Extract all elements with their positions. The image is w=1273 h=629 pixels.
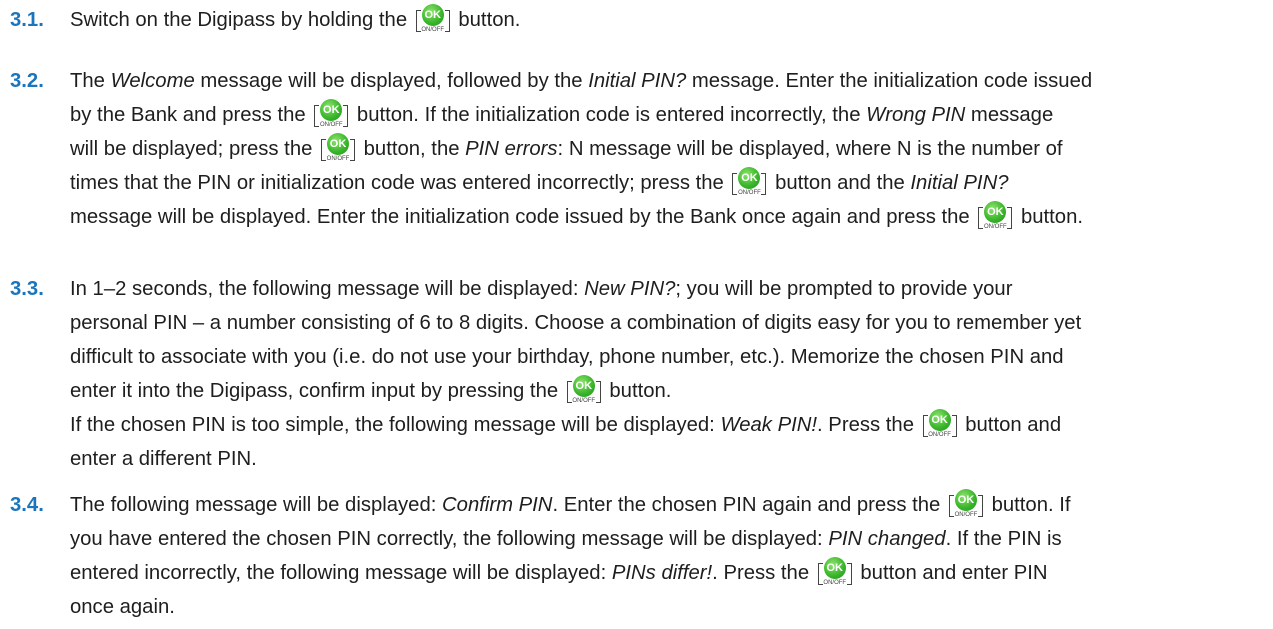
on-off-label: ON/OFF xyxy=(928,432,951,438)
text-line: times that the PIN or initialization cod… xyxy=(70,166,1009,200)
ok-on-off-button-icon: OK ON/OFF xyxy=(730,167,768,197)
message-name: Initial PIN? xyxy=(588,70,687,92)
text-segment: enter it into the Digipass, confirm inpu… xyxy=(70,380,564,402)
text-line: will be displayed; press the OK ON/OFF bu… xyxy=(70,132,1063,166)
text-segment: button. xyxy=(603,380,672,402)
ok-label: OK xyxy=(928,409,951,431)
ok-label: OK xyxy=(954,489,977,511)
ok-on-off-button-icon: OK ON/OFF xyxy=(816,557,854,587)
ok-label: OK xyxy=(572,375,595,397)
ok-label: OK xyxy=(421,4,444,26)
text-segment: button. If xyxy=(985,494,1071,516)
text-line: If the chosen PIN is too simple, the fol… xyxy=(70,408,1061,442)
text-segment: button and the xyxy=(769,172,911,194)
text-segment: In 1–2 seconds, the following message wi… xyxy=(70,278,585,300)
ok-on-off-button-icon: OK ON/OFF xyxy=(976,201,1014,231)
text-segment: : N message will be displayed, where N i… xyxy=(557,138,1063,160)
text-segment: If the chosen PIN is too simple, the fol… xyxy=(70,414,721,436)
step-number: 3.1. xyxy=(10,9,44,31)
text-segment: by the Bank and press the xyxy=(70,104,312,126)
text-line: you have entered the chosen PIN correctl… xyxy=(70,522,1062,556)
text-segment: button, the xyxy=(358,138,466,160)
text-segment: button. xyxy=(1015,206,1083,228)
text-segment: . If the PIN is xyxy=(945,528,1062,550)
text-line: The Welcome message will be displayed, f… xyxy=(70,64,1092,98)
ok-on-off-button-icon: OK ON/OFF xyxy=(921,409,959,439)
text-segment: The following message will be displayed: xyxy=(70,494,443,516)
text-segment: message xyxy=(965,104,1054,126)
on-off-label: ON/OFF xyxy=(983,224,1007,230)
message-name: Initial PIN? xyxy=(910,172,1009,194)
ok-label: OK xyxy=(327,133,350,155)
on-off-label: ON/OFF xyxy=(572,398,596,404)
text-segment: button and enter PIN xyxy=(854,562,1048,584)
text-segment: will be displayed; press the xyxy=(70,138,319,160)
on-off-label: ON/OFF xyxy=(823,580,847,586)
ok-on-off-button-icon: OK ON/OFF xyxy=(319,133,357,163)
text-segment: Switch on the Digipass by holding the xyxy=(70,9,413,31)
message-name: PINs differ! xyxy=(611,562,713,584)
step-number: 3.4. xyxy=(10,494,44,516)
message-name: PIN changed xyxy=(828,528,946,550)
text-line: enter a different PIN. xyxy=(70,442,257,476)
text-segment: personal PIN – a number consisting of 6 … xyxy=(70,312,1082,334)
text-segment: once again. xyxy=(70,596,175,618)
on-off-label: ON/OFF xyxy=(738,190,761,196)
on-off-label: ON/OFF xyxy=(326,156,350,162)
ok-label: OK xyxy=(320,99,343,121)
text-line: The following message will be displayed:… xyxy=(70,488,1071,522)
text-segment: message will be displayed, followed by t… xyxy=(194,70,589,92)
text-segment: ; you will be prompted to provide your xyxy=(675,278,1013,300)
text-segment: message. Enter the initialization code i… xyxy=(686,70,1093,92)
text-segment: button. xyxy=(452,9,521,31)
on-off-label: ON/OFF xyxy=(421,27,445,33)
text-line: message will be displayed. Enter the ini… xyxy=(70,200,1083,234)
text-segment: . Press the xyxy=(712,562,815,584)
text-line: personal PIN – a number consisting of 6 … xyxy=(70,306,1081,340)
ok-label: OK xyxy=(984,201,1007,223)
text-segment: difficult to associate with you (i.e. do… xyxy=(70,346,1064,368)
text-line: once again. xyxy=(70,590,175,624)
text-segment: entered incorrectly, the following messa… xyxy=(70,562,612,584)
message-name: Wrong PIN xyxy=(866,104,966,126)
message-name: New PIN? xyxy=(584,278,676,300)
text-line: Switch on the Digipass by holding the OK… xyxy=(70,3,520,37)
text-line: enter it into the Digipass, confirm inpu… xyxy=(70,374,671,408)
text-segment: button and xyxy=(959,414,1062,436)
text-segment: . Enter the chosen PIN again and press t… xyxy=(552,494,946,516)
message-name: PIN errors xyxy=(465,138,558,160)
text-line: difficult to associate with you (i.e. do… xyxy=(70,340,1064,374)
ok-label: OK xyxy=(738,167,761,189)
message-name: Weak PIN! xyxy=(720,414,818,436)
text-segment: enter a different PIN. xyxy=(70,448,257,470)
ok-on-off-button-icon: OK ON/OFF xyxy=(947,489,985,519)
message-name: Confirm PIN xyxy=(442,494,553,516)
text-segment: times that the PIN or initialization cod… xyxy=(70,172,730,194)
ok-on-off-button-icon: OK ON/OFF xyxy=(565,375,603,405)
text-line: entered incorrectly, the following messa… xyxy=(70,556,1048,590)
step-number: 3.2. xyxy=(10,70,44,92)
text-segment: you have entered the chosen PIN correctl… xyxy=(70,528,829,550)
ok-on-off-button-icon: OK ON/OFF xyxy=(414,4,452,34)
text-line: by the Bank and press the OK ON/OFF butto… xyxy=(70,98,1053,132)
text-segment: . Press the xyxy=(817,414,920,436)
on-off-label: ON/OFF xyxy=(319,122,343,128)
text-segment: button. If the initialization code is en… xyxy=(351,104,867,126)
text-segment: The xyxy=(70,70,111,92)
ok-label: OK xyxy=(823,557,846,579)
step-number: 3.3. xyxy=(10,278,44,300)
text-line: In 1–2 seconds, the following message wi… xyxy=(70,272,1012,306)
on-off-label: ON/OFF xyxy=(954,512,978,518)
text-segment: message will be displayed. Enter the ini… xyxy=(70,206,976,228)
message-name: Welcome xyxy=(110,70,195,92)
ok-on-off-button-icon: OK ON/OFF xyxy=(312,99,350,129)
